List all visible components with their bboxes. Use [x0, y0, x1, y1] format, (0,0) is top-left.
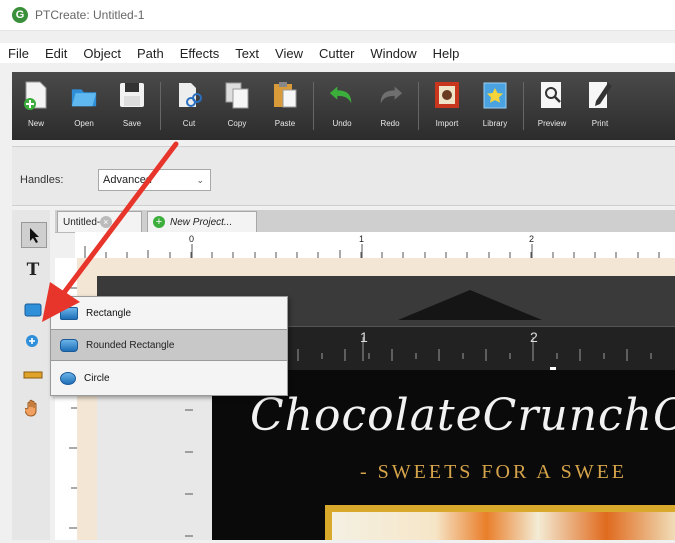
- ruler-mark: 1: [359, 234, 365, 244]
- ruler-ticks: [84, 244, 660, 258]
- circle-icon: [60, 371, 76, 385]
- hand-icon: [25, 399, 37, 417]
- design-subtitle-text[interactable]: - SWEETS FOR A SWEE: [360, 461, 627, 484]
- add-circle-icon: +: [153, 216, 165, 228]
- ruler-mark: 2: [529, 234, 535, 244]
- ruler-mark: 0: [189, 234, 195, 244]
- select-arrow-tool[interactable]: [21, 222, 47, 248]
- design-title-text[interactable]: ChocolateCrunchC: [250, 390, 675, 441]
- tab-close-icon[interactable]: ×: [99, 216, 112, 228]
- copy-icon: [223, 80, 251, 110]
- menu-help[interactable]: Help: [431, 46, 462, 61]
- undo-button[interactable]: Undo: [318, 72, 366, 140]
- handles-dropdown[interactable]: Advanced ⌄: [98, 169, 211, 191]
- window-title: PTCreate: Untitled-1: [35, 8, 145, 22]
- document-tabs: Untitled-1 × + New Project...: [55, 210, 675, 233]
- tab-new-project[interactable]: + New Project...: [147, 211, 257, 232]
- paste-clipboard-icon: [271, 80, 299, 110]
- cut-button[interactable]: Cut: [165, 72, 213, 140]
- menu-path[interactable]: Path: [135, 46, 166, 61]
- title-bar: G PTCreate: Untitled-1: [0, 0, 675, 31]
- inner-ruler-mark: 1: [360, 329, 368, 345]
- menu-edit[interactable]: Edit: [43, 46, 69, 61]
- zoom-magnifier-icon: [26, 335, 38, 347]
- toolbar-separator: [418, 82, 419, 130]
- ruler-horizontal: 0 1 2: [75, 232, 675, 259]
- toolbar-separator: [523, 82, 524, 130]
- menu-object[interactable]: Object: [81, 46, 123, 61]
- new-button[interactable]: New: [12, 72, 60, 140]
- menu-view[interactable]: View: [273, 46, 305, 61]
- app-logo-icon: G: [12, 7, 28, 23]
- toolbar-separator: [313, 82, 314, 130]
- import-button[interactable]: Import: [423, 72, 471, 140]
- hand-pan-tool[interactable]: [21, 396, 45, 420]
- menu-file[interactable]: File: [6, 46, 31, 61]
- ruler-icon: [23, 371, 43, 379]
- rectangle-shape-icon: [24, 303, 42, 317]
- inner-ruler-mark: 2: [530, 329, 538, 345]
- menu-bar: File Edit Object Path Effects Text View …: [0, 43, 675, 63]
- save-button[interactable]: Save: [108, 72, 156, 140]
- library-button[interactable]: Library: [471, 72, 519, 140]
- tab-untitled-1[interactable]: Untitled-1 ×: [57, 211, 142, 232]
- preview-button[interactable]: Preview: [528, 72, 576, 140]
- redo-arrow-icon: [376, 80, 404, 110]
- flyout-item-rounded-rectangle[interactable]: Rounded Rectangle: [51, 329, 287, 361]
- print-button[interactable]: Print: [576, 72, 624, 140]
- redo-button[interactable]: Redo: [366, 72, 414, 140]
- tool-strip: T: [12, 210, 50, 540]
- paste-button[interactable]: Paste: [261, 72, 309, 140]
- new-document-icon: [22, 80, 50, 110]
- rounded-rectangle-icon: [60, 338, 78, 352]
- save-floppy-icon: [118, 80, 146, 110]
- menu-cutter[interactable]: Cutter: [317, 46, 356, 61]
- open-button[interactable]: Open: [60, 72, 108, 140]
- handles-label: Handles:: [20, 174, 64, 186]
- print-pen-icon: [586, 80, 614, 110]
- shape-flyout-menu: Rectangle Rounded Rectangle Circle: [50, 296, 288, 396]
- handles-value: Advanced: [103, 174, 152, 186]
- open-folder-icon: [70, 80, 98, 110]
- chevron-down-icon: ⌄: [196, 174, 204, 185]
- shape-tool[interactable]: [21, 298, 45, 322]
- rectangle-icon: [60, 306, 78, 320]
- text-tool-icon: T: [26, 260, 40, 280]
- main-toolbar: New Open Save Cut Copy Paste Undo Redo I…: [12, 72, 675, 140]
- handles-bar: Handles: Advanced ⌄: [12, 146, 675, 206]
- pointer-icon: [30, 228, 39, 243]
- library-star-icon: [481, 80, 509, 110]
- menu-window[interactable]: Window: [368, 46, 418, 61]
- import-icon: [433, 80, 461, 110]
- menu-text[interactable]: Text: [233, 46, 261, 61]
- copy-button[interactable]: Copy: [213, 72, 261, 140]
- text-tool[interactable]: T: [21, 258, 45, 282]
- menu-effects[interactable]: Effects: [178, 46, 222, 61]
- toolbar-separator: [160, 82, 161, 130]
- preview-magnifier-icon: [538, 80, 566, 110]
- flyout-item-rectangle[interactable]: Rectangle: [51, 297, 287, 329]
- scissors-icon: [175, 80, 203, 110]
- ruler-measure-tool[interactable]: [21, 363, 45, 387]
- design-photo[interactable]: [332, 512, 675, 540]
- flyout-item-circle[interactable]: Circle: [51, 362, 287, 394]
- zoom-tool[interactable]: [21, 330, 45, 354]
- undo-arrow-icon: [328, 80, 356, 110]
